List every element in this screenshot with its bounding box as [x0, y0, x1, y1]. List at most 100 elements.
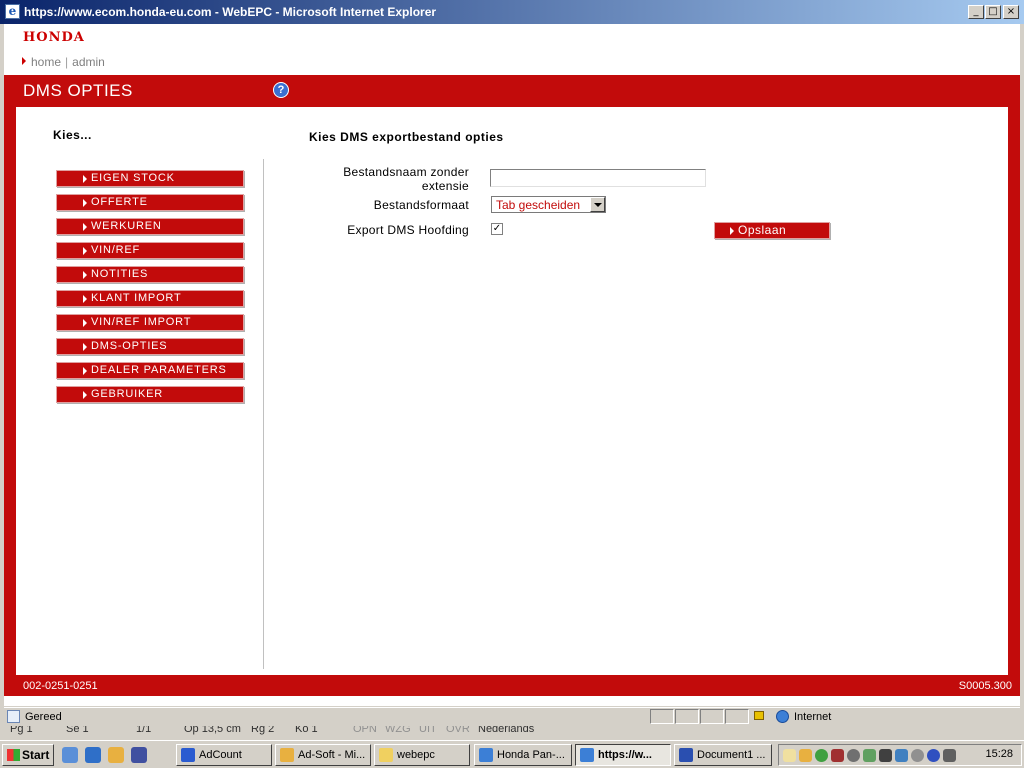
mail-icon[interactable] [783, 749, 796, 762]
page-frame: DMS OPTIES ? Kies... EIGEN STOCK OFFERTE… [4, 75, 1020, 696]
system-tray: 15:28 [778, 744, 1022, 766]
page-icon [7, 710, 20, 723]
sidebar-item-vin-ref[interactable]: VIN/REF [56, 242, 244, 259]
folder-icon [379, 748, 393, 762]
filename-label-line2: extensie [421, 179, 469, 193]
clock-app-icon[interactable] [108, 747, 124, 763]
status-cell [700, 709, 724, 724]
arrow-right-icon [83, 175, 87, 183]
sidebar-menu: EIGEN STOCK OFFERTE WERKUREN VIN/REF NOT… [56, 170, 244, 415]
chevron-down-icon[interactable] [590, 197, 605, 212]
arrow-right-icon [83, 343, 87, 351]
window-title: https://www.ecom.honda-eu.com - WebEPC -… [24, 5, 437, 19]
word-line: Rg 2 [251, 726, 275, 735]
sidebar-item-label: OFFERTE [91, 196, 148, 208]
network-icon[interactable] [863, 749, 876, 762]
arrow-right-icon [83, 391, 87, 399]
word-ext: UIT [419, 726, 437, 735]
calculator-icon[interactable] [943, 749, 956, 762]
tray-app-icon[interactable] [895, 749, 908, 762]
chrome-icon[interactable] [815, 749, 828, 762]
export-header-checkbox[interactable]: ✓ [491, 223, 503, 235]
arrow-right-icon [730, 227, 734, 235]
start-button[interactable]: Start [2, 744, 54, 766]
minimize-button[interactable]: _ [968, 5, 984, 19]
clock-app-icon[interactable] [799, 749, 812, 762]
task-document1[interactable]: Document1 ... [674, 744, 772, 766]
filename-input[interactable] [490, 169, 706, 187]
task-label: Ad-Soft - Mi... [298, 749, 366, 761]
windows-logo-icon [7, 749, 20, 761]
sidebar-item-klant-import[interactable]: KLANT IMPORT [56, 290, 244, 307]
help-icon[interactable]: ? [273, 82, 289, 98]
app-icon [181, 748, 195, 762]
tray-app-icon[interactable] [911, 749, 924, 762]
sidebar-item-label: EIGEN STOCK [91, 172, 175, 184]
sidebar-item-offerte[interactable]: OFFERTE [56, 194, 244, 211]
save-button[interactable]: Opslaan [714, 222, 830, 239]
sidebar-item-dms-opties[interactable]: DMS-OPTIES [56, 338, 244, 355]
task-honda-pan[interactable]: Honda Pan-... [474, 744, 572, 766]
window-title-bar[interactable]: e https://www.ecom.honda-eu.com - WebEPC… [0, 0, 1024, 24]
close-button[interactable]: × [1003, 5, 1019, 19]
filename-label: Bestandsnaam zonder extensie [316, 165, 469, 193]
status-cell [650, 709, 674, 724]
word-status-bar: Pg 1 Se 1 1/1 Op 13,5 cm Rg 2 Ko 1 OPN W… [0, 726, 1024, 738]
security-zone: Internet [794, 711, 832, 723]
sidebar-item-gebruiker-parameters[interactable]: GEBRUIKER PARAMETERS [56, 386, 244, 415]
browser-viewport: HONDA home | admin DMS OPTIES ? Kies... EI… [4, 24, 1020, 706]
word-position: Op 13,5 cm [184, 726, 241, 735]
sidebar-item-label: VIN/REF [91, 244, 140, 256]
word-icon [679, 748, 693, 762]
filename-label-line1: Bestandsnaam zonder [343, 165, 469, 179]
tray-app-icon[interactable] [927, 749, 940, 762]
word-pages: 1/1 [136, 726, 152, 735]
footer-screen-code: S0005.300 [958, 680, 1012, 692]
content-panel: Kies... EIGEN STOCK OFFERTE WERKUREN VIN… [16, 107, 1008, 675]
task-webepc-folder[interactable]: webepc [374, 744, 470, 766]
task-adcount[interactable]: AdCount [176, 744, 272, 766]
desktop-icon[interactable] [62, 747, 78, 763]
honda-logo: HONDA [23, 30, 85, 45]
word-column: Ko 1 [295, 726, 318, 735]
tray-clock[interactable]: 15:28 [985, 748, 1013, 760]
sidebar-item-notities[interactable]: NOTITIES [56, 266, 244, 283]
task-webepc-browser[interactable]: https://w... [575, 744, 671, 766]
media-player-icon[interactable] [131, 747, 147, 763]
sidebar-item-werkuren[interactable]: WERKUREN [56, 218, 244, 235]
ie-quicklaunch-icon[interactable] [85, 747, 101, 763]
sidebar-item-vin-ref-import[interactable]: VIN/REF IMPORT [56, 314, 244, 331]
word-trk: WZG [385, 726, 411, 735]
sidebar-item-dealer-parameters[interactable]: DEALER PARAMETERS [56, 362, 244, 379]
arrow-right-icon [83, 247, 87, 255]
nav-home-link[interactable]: home [31, 55, 61, 69]
sidebar-item-label: DMS-OPTIES [91, 340, 168, 352]
sidebar-title: Kies... [53, 128, 92, 142]
word-page: Pg 1 [10, 726, 33, 735]
sidebar-item-label: NOTITIES [91, 268, 149, 280]
task-label: Honda Pan-... [497, 749, 565, 761]
sidebar-item-label: VIN/REF IMPORT [91, 316, 192, 328]
globe-icon [776, 710, 789, 723]
tray-app-icon[interactable] [831, 749, 844, 762]
tray-app-icon[interactable] [847, 749, 860, 762]
ie-icon: e [5, 4, 20, 19]
task-label: Document1 ... [697, 749, 766, 761]
task-ad-soft[interactable]: Ad-Soft - Mi... [275, 744, 371, 766]
arrow-right-icon [83, 199, 87, 207]
arrow-right-icon [83, 271, 87, 279]
nav-admin-link[interactable]: admin [72, 55, 105, 69]
format-select[interactable]: Tab gescheiden [491, 196, 606, 213]
ie-icon [580, 748, 594, 762]
maximize-button[interactable]: □ [985, 5, 1001, 19]
start-label: Start [22, 748, 50, 762]
arrow-right-icon [83, 319, 87, 327]
header-label: Export DMS Hoofding [347, 223, 469, 237]
nav-separator: | [65, 55, 69, 69]
footer-dealer-code: 002-0251-0251 [23, 680, 98, 692]
sidebar-item-label: GEBRUIKER PARAMETERS [83, 388, 166, 415]
task-label: AdCount [199, 749, 242, 761]
status-cell [725, 709, 749, 724]
sidebar-item-eigen-stock[interactable]: EIGEN STOCK [56, 170, 244, 187]
printer-icon[interactable] [879, 749, 892, 762]
